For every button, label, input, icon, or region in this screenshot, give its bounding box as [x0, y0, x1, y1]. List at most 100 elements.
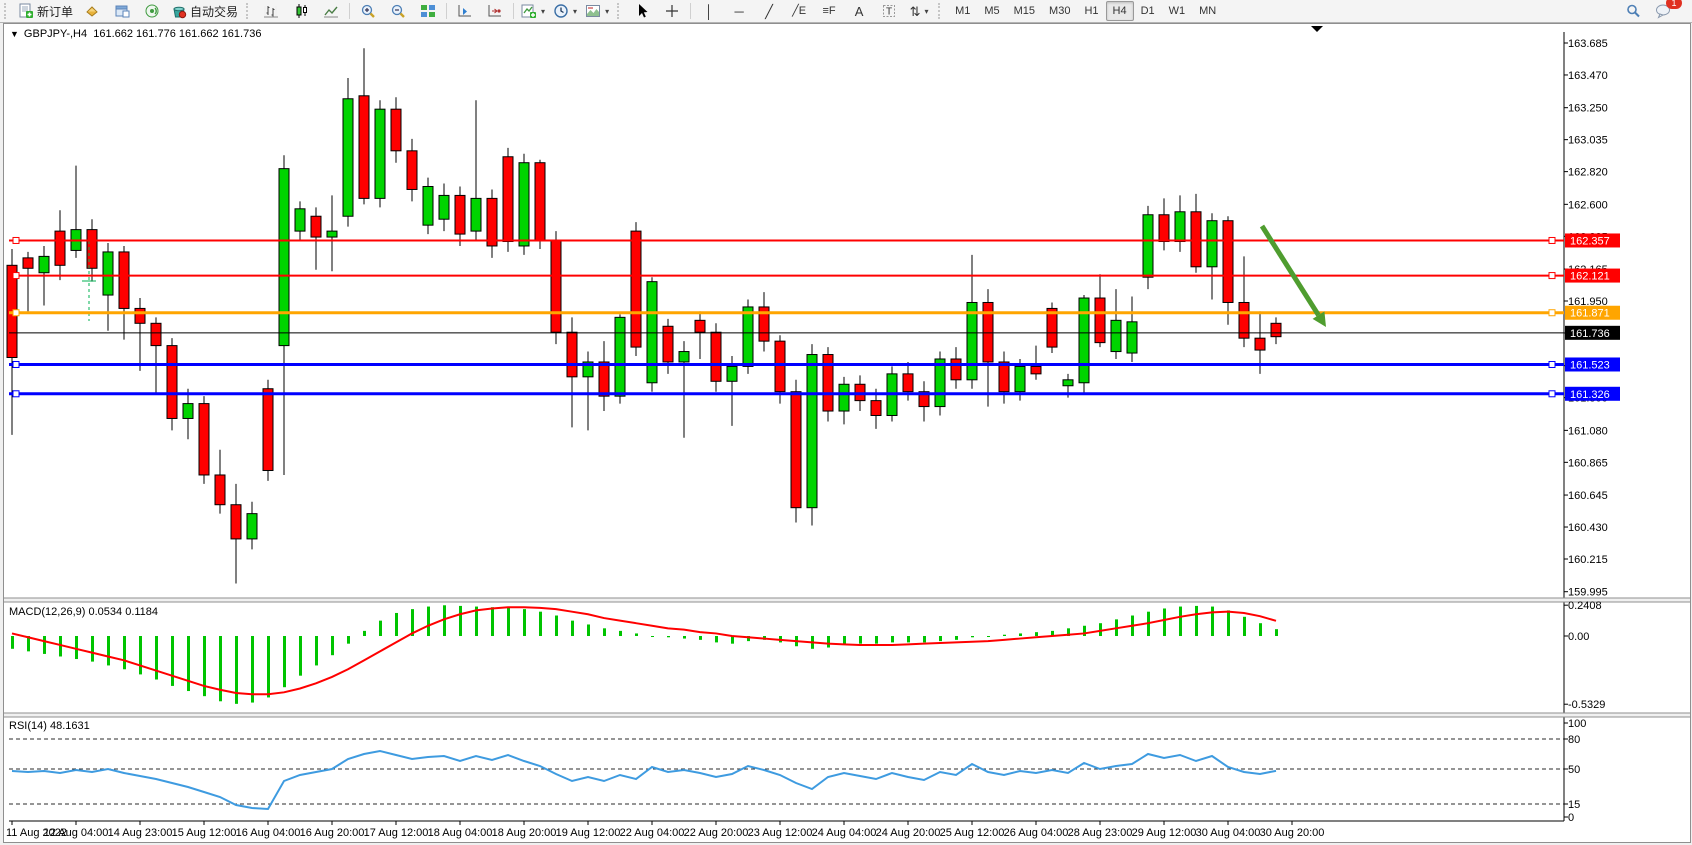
- candle: [487, 198, 497, 246]
- indicators-icon: [521, 3, 537, 19]
- candle: [391, 109, 401, 151]
- arrows-tool-button[interactable]: ⇅ ▾: [904, 0, 934, 22]
- time-label: 18 Aug 20:00: [492, 827, 557, 839]
- candle: [951, 359, 961, 380]
- candle: [1271, 323, 1281, 336]
- tile-windows-button[interactable]: [413, 0, 443, 22]
- macd-histogram-bar: [651, 636, 654, 637]
- chart-window[interactable]: 163.685163.470163.250163.035162.820162.6…: [3, 23, 1691, 843]
- hline-icon: ─: [734, 5, 743, 18]
- candle: [599, 362, 609, 396]
- candle: [999, 362, 1009, 392]
- timeframe-w1[interactable]: W1: [1162, 1, 1193, 21]
- text-icon: A: [855, 5, 864, 18]
- periods-button[interactable]: ▾: [549, 0, 581, 22]
- timeframe-mn[interactable]: MN: [1192, 1, 1223, 21]
- bar-chart-mode-button[interactable]: [256, 0, 286, 22]
- candlestick-mode-button[interactable]: [286, 0, 316, 22]
- macd-histogram-bar: [923, 636, 926, 642]
- timeframe-h1[interactable]: H1: [1077, 1, 1105, 21]
- macd-histogram-bar: [123, 636, 126, 669]
- zoom-in-button[interactable]: [353, 0, 383, 22]
- timeframe-m30[interactable]: M30: [1042, 1, 1077, 21]
- candle: [215, 475, 225, 505]
- hline-anchor-right[interactable]: [1549, 237, 1555, 243]
- main-toolbar: 新订单 自动交易: [0, 0, 1692, 23]
- new-order-button[interactable]: 新订单: [14, 0, 77, 22]
- toolbar-grip: [4, 3, 11, 19]
- price-tick-label: 163.035: [1568, 135, 1608, 147]
- dropdown-caret-icon[interactable]: ▾: [573, 7, 577, 16]
- shift-marker-icon[interactable]: [1311, 26, 1323, 32]
- one-click-caret-icon[interactable]: ▼: [10, 29, 19, 39]
- time-label: 22 Aug 20:00: [684, 827, 749, 839]
- macd-histogram-bar: [1227, 610, 1230, 636]
- hline-anchor-left[interactable]: [13, 273, 19, 279]
- signals-button[interactable]: [137, 0, 167, 22]
- chat-button[interactable]: 1: [1648, 0, 1678, 22]
- timeframe-m1[interactable]: M1: [948, 1, 977, 21]
- hline-anchor-right[interactable]: [1549, 361, 1555, 367]
- vline-tool-button[interactable]: │: [694, 0, 724, 22]
- indicators-button[interactable]: ▾: [517, 0, 549, 22]
- price-tick-label: 162.820: [1568, 167, 1608, 179]
- market-watch-button[interactable]: [107, 0, 137, 22]
- search-button[interactable]: [1618, 0, 1648, 22]
- autoscroll-button[interactable]: [480, 0, 510, 22]
- time-label: 14 Aug 23:00: [108, 827, 173, 839]
- fibonacci-tool-button[interactable]: ≡F: [814, 0, 844, 22]
- timeframe-m15[interactable]: M15: [1007, 1, 1042, 21]
- macd-histogram-bar: [1259, 623, 1262, 636]
- zoom-out-button[interactable]: [383, 0, 413, 22]
- hline-anchor-left[interactable]: [13, 237, 19, 243]
- hline-anchor-left[interactable]: [13, 361, 19, 367]
- price-tag-text: 162.357: [1570, 235, 1610, 247]
- hline-anchor-left[interactable]: [13, 391, 19, 397]
- candle: [103, 252, 113, 295]
- price-tick-label: 160.865: [1568, 457, 1608, 469]
- candle: [39, 256, 49, 272]
- timeframe-d1[interactable]: D1: [1134, 1, 1162, 21]
- dropdown-caret-icon[interactable]: ▾: [541, 7, 545, 16]
- trendline-tool-button[interactable]: ╱: [754, 0, 784, 22]
- candle: [695, 320, 705, 332]
- candle: [151, 323, 161, 345]
- chart-canvas[interactable]: 163.685163.470163.250163.035162.820162.6…: [4, 24, 1690, 842]
- candle: [775, 341, 785, 392]
- vline-icon: │: [705, 5, 713, 18]
- timeframe-h4[interactable]: H4: [1106, 1, 1134, 21]
- channel-tool-button[interactable]: ╱E: [784, 0, 814, 22]
- dropdown-caret-icon[interactable]: ▾: [925, 7, 929, 16]
- profiles-button[interactable]: [77, 0, 107, 22]
- hline-anchor-right[interactable]: [1549, 391, 1555, 397]
- price-tag-text: 161.871: [1570, 308, 1610, 320]
- crosshair-tool-button[interactable]: [657, 0, 687, 22]
- label-tool-button[interactable]: T: [874, 0, 904, 22]
- timeframe-m5[interactable]: M5: [977, 1, 1006, 21]
- macd-histogram-bar: [1195, 606, 1198, 636]
- shift-chart-icon: [457, 3, 473, 19]
- autotrading-button[interactable]: 自动交易: [167, 0, 242, 22]
- chart-plot-area[interactable]: [9, 32, 1562, 598]
- macd-histogram-bar: [507, 608, 510, 636]
- shift-chart-button[interactable]: [450, 0, 480, 22]
- macd-histogram-bar: [971, 636, 974, 637]
- hline-anchor-right[interactable]: [1549, 273, 1555, 279]
- templates-button[interactable]: ▾: [581, 0, 613, 22]
- candle: [167, 346, 177, 419]
- candle: [439, 195, 449, 219]
- price-tick-label: 160.215: [1568, 554, 1608, 566]
- pane-separator[interactable]: [4, 713, 1690, 717]
- time-label: 22 Aug 04:00: [620, 827, 685, 839]
- text-tool-button[interactable]: A: [844, 0, 874, 22]
- macd-histogram-bar: [331, 636, 334, 655]
- line-chart-mode-button[interactable]: [316, 0, 346, 22]
- macd-histogram-bar: [603, 628, 606, 636]
- pane-separator[interactable]: [4, 598, 1690, 602]
- hline-anchor-left[interactable]: [13, 310, 19, 316]
- dropdown-caret-icon[interactable]: ▾: [605, 7, 609, 16]
- hline-tool-button[interactable]: ─: [724, 0, 754, 22]
- cursor-tool-button[interactable]: [627, 0, 657, 22]
- hline-anchor-right[interactable]: [1549, 310, 1555, 316]
- macd-histogram-bar: [363, 631, 366, 636]
